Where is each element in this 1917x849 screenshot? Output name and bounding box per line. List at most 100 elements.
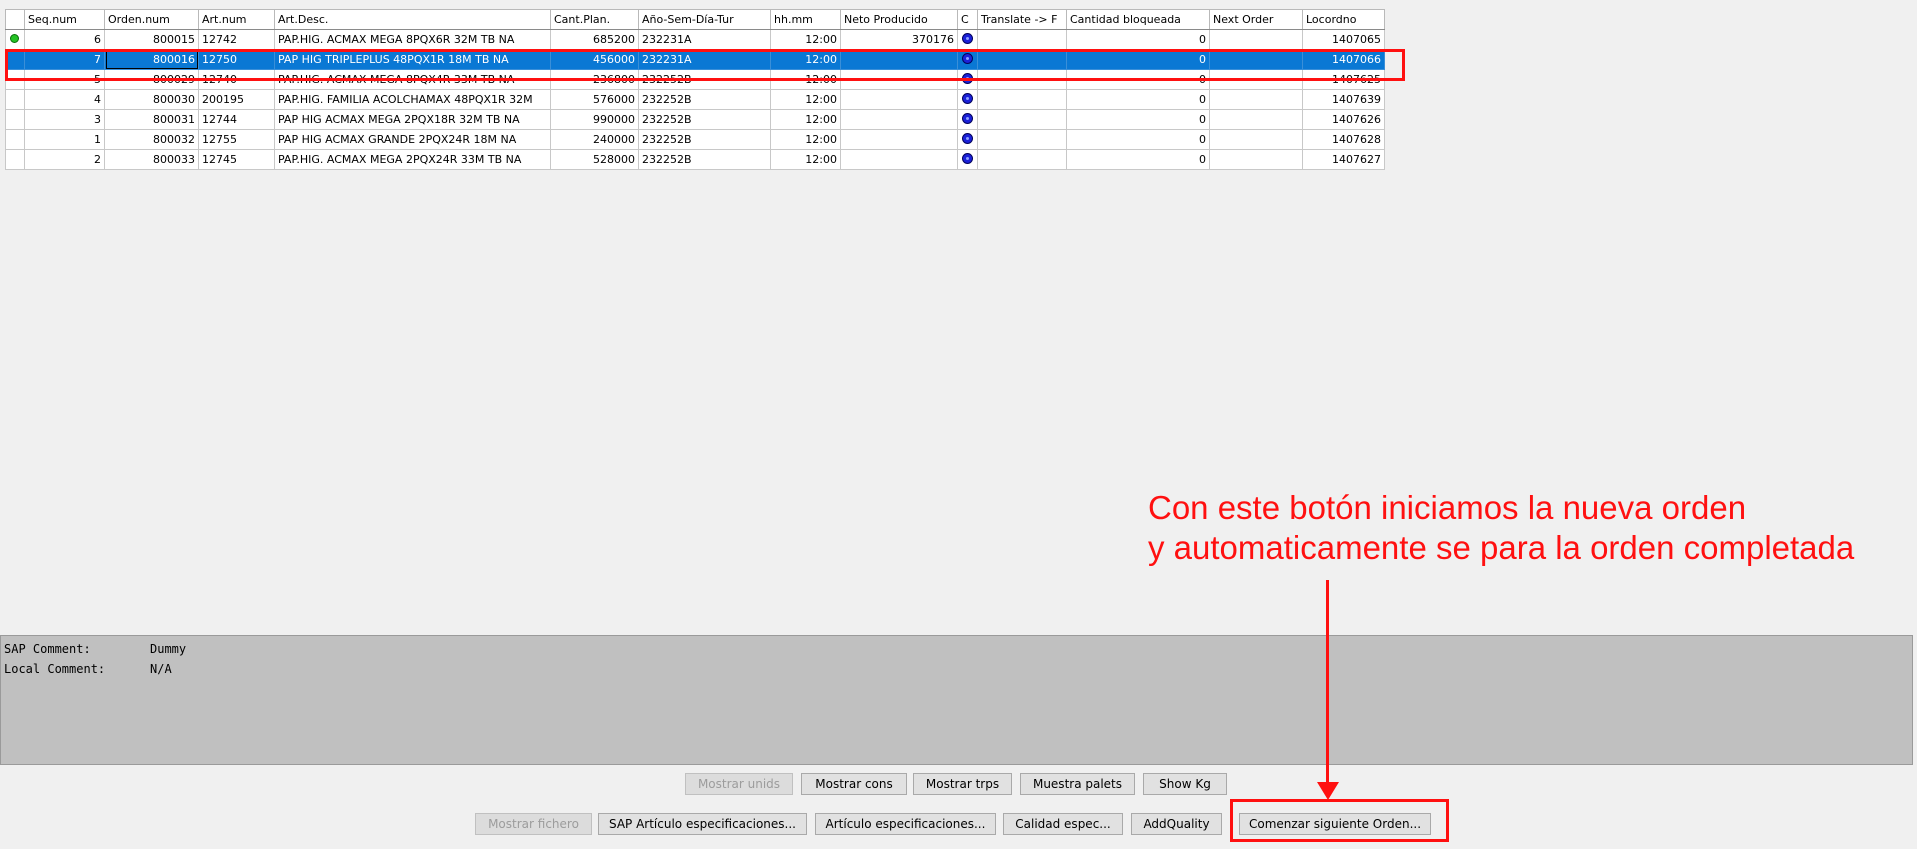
col-next-order[interactable]: Next Order xyxy=(1209,9,1303,30)
cell-c[interactable] xyxy=(957,129,978,150)
cell-locordno[interactable]: 1407627 xyxy=(1302,149,1385,170)
col-art-num[interactable]: Art.num xyxy=(198,9,275,30)
cell-cantidad-bloqueada[interactable]: 0 xyxy=(1066,89,1210,110)
cell-indicator[interactable] xyxy=(5,29,25,50)
cell-anio-sem-dia-tur[interactable]: 232231A xyxy=(638,29,771,50)
cell-next-order[interactable] xyxy=(1209,129,1303,150)
cell-c[interactable] xyxy=(957,29,978,50)
cell-hh-mm[interactable]: 12:00 xyxy=(770,149,841,170)
cell-translate[interactable] xyxy=(977,109,1067,130)
cell-cantidad-bloqueada[interactable]: 0 xyxy=(1066,129,1210,150)
cell-hh-mm[interactable]: 12:00 xyxy=(770,109,841,130)
cell-seq-num[interactable]: 2 xyxy=(24,149,105,170)
col-cantidad-bloqueada[interactable]: Cantidad bloqueada xyxy=(1066,9,1210,30)
cell-seq-num[interactable]: 4 xyxy=(24,89,105,110)
calidad-espec-button[interactable]: Calidad espec... xyxy=(1003,813,1123,835)
cell-anio-sem-dia-tur[interactable]: 232252B xyxy=(638,129,771,150)
col-orden-num[interactable]: Orden.num xyxy=(104,9,199,30)
cell-c[interactable] xyxy=(957,89,978,110)
table-row[interactable]: 3 800031 12744 PAP HIG ACMAX MEGA 2PQX18R 3… xyxy=(5,109,1385,130)
cell-cant-plan[interactable]: 240000 xyxy=(550,129,639,150)
cell-neto-producido[interactable] xyxy=(840,89,958,110)
cell-cant-plan[interactable]: 528000 xyxy=(550,149,639,170)
cell-neto-producido[interactable]: 370176 xyxy=(840,29,958,50)
cell-indicator[interactable] xyxy=(5,149,25,170)
cell-c[interactable] xyxy=(957,109,978,130)
col-neto-producido[interactable]: Neto Producido xyxy=(840,9,958,30)
cell-art-desc[interactable]: PAP.HIG. ACMAX MEGA 2PQX24R 33M TB NA xyxy=(274,149,551,170)
cell-translate[interactable] xyxy=(977,89,1067,110)
cell-orden-num[interactable]: 800033 xyxy=(104,149,199,170)
cell-art-desc[interactable]: PAP.HIG. FAMILIA ACOLCHAMAX 48PQX1R 32M xyxy=(274,89,551,110)
cell-anio-sem-dia-tur[interactable]: 232252B xyxy=(638,109,771,130)
col-art-desc[interactable]: Art.Desc. xyxy=(274,9,551,30)
mostrar-fichero-button[interactable]: Mostrar fichero xyxy=(475,813,592,835)
cell-hh-mm[interactable]: 12:00 xyxy=(770,89,841,110)
cell-indicator[interactable] xyxy=(5,129,25,150)
cell-anio-sem-dia-tur[interactable]: 232252B xyxy=(638,89,771,110)
cell-cantidad-bloqueada[interactable]: 0 xyxy=(1066,29,1210,50)
cell-anio-sem-dia-tur[interactable]: 232252B xyxy=(638,149,771,170)
cell-orden-num[interactable]: 800032 xyxy=(104,129,199,150)
table-row[interactable]: 2 800033 12745 PAP.HIG. ACMAX MEGA 2PQX24R … xyxy=(5,149,1385,170)
cell-neto-producido[interactable] xyxy=(840,109,958,130)
cell-orden-num[interactable]: 800015 xyxy=(104,29,199,50)
cell-art-num[interactable]: 12755 xyxy=(198,129,275,150)
cell-art-desc[interactable]: PAP HIG ACMAX GRANDE 2PQX24R 18M NA xyxy=(274,129,551,150)
cell-seq-num[interactable]: 6 xyxy=(24,29,105,50)
mostrar-unids-button[interactable]: Mostrar unids xyxy=(685,773,793,795)
mostrar-trps-button[interactable]: Mostrar trps xyxy=(913,773,1012,795)
cell-art-num[interactable]: 12745 xyxy=(198,149,275,170)
muestra-palets-button[interactable]: Muestra palets xyxy=(1020,773,1135,795)
cell-locordno[interactable]: 1407639 xyxy=(1302,89,1385,110)
cell-locordno[interactable]: 1407628 xyxy=(1302,129,1385,150)
cell-orden-num[interactable]: 800030 xyxy=(104,89,199,110)
cell-art-num[interactable]: 12744 xyxy=(198,109,275,130)
col-locordno[interactable]: Locordno xyxy=(1302,9,1385,30)
cell-art-num[interactable]: 12742 xyxy=(198,29,275,50)
cell-next-order[interactable] xyxy=(1209,29,1303,50)
cell-art-desc[interactable]: PAP.HIG. ACMAX MEGA 8PQX6R 32M TB NA xyxy=(274,29,551,50)
cell-indicator[interactable] xyxy=(5,109,25,130)
cell-next-order[interactable] xyxy=(1209,149,1303,170)
table-row[interactable]: 4 800030 200195 PAP.HIG. FAMILIA ACOLCHAMAX… xyxy=(5,89,1385,110)
cell-cantidad-bloqueada[interactable]: 0 xyxy=(1066,109,1210,130)
annotation-line-2: y automaticamente se para la orden compl… xyxy=(1148,529,1855,566)
add-quality-button[interactable]: AddQuality xyxy=(1131,813,1222,835)
cell-orden-num[interactable]: 800031 xyxy=(104,109,199,130)
cell-hh-mm[interactable]: 12:00 xyxy=(770,129,841,150)
cell-locordno[interactable]: 1407065 xyxy=(1302,29,1385,50)
cell-art-num[interactable]: 200195 xyxy=(198,89,275,110)
cell-cant-plan[interactable]: 685200 xyxy=(550,29,639,50)
cell-translate[interactable] xyxy=(977,29,1067,50)
sap-articulo-especificaciones-button[interactable]: SAP Artículo especificaciones... xyxy=(598,813,807,835)
cell-next-order[interactable] xyxy=(1209,89,1303,110)
cell-seq-num[interactable]: 1 xyxy=(24,129,105,150)
cell-translate[interactable] xyxy=(977,129,1067,150)
table-row[interactable]: 6 800015 12742 PAP.HIG. ACMAX MEGA 8PQX6R 3… xyxy=(5,29,1385,50)
col-translate[interactable]: Translate -> F xyxy=(977,9,1067,30)
col-hh-mm[interactable]: hh.mm xyxy=(770,9,841,30)
col-anio-sem-dia-tur[interactable]: Año-Sem-Día-Tur xyxy=(638,9,771,30)
cell-next-order[interactable] xyxy=(1209,109,1303,130)
mostrar-cons-button[interactable]: Mostrar cons xyxy=(801,773,907,795)
show-kg-button[interactable]: Show Kg xyxy=(1143,773,1227,795)
cell-neto-producido[interactable] xyxy=(840,149,958,170)
col-cant-plan[interactable]: Cant.Plan. xyxy=(550,9,639,30)
cell-translate[interactable] xyxy=(977,149,1067,170)
cell-seq-num[interactable]: 3 xyxy=(24,109,105,130)
col-c[interactable]: C xyxy=(957,9,978,30)
table-row[interactable]: 1 800032 12755 PAP HIG ACMAX GRANDE 2PQX24R… xyxy=(5,129,1385,150)
articulo-especificaciones-button[interactable]: Artículo especificaciones... xyxy=(815,813,996,835)
cell-cant-plan[interactable]: 576000 xyxy=(550,89,639,110)
cell-locordno[interactable]: 1407626 xyxy=(1302,109,1385,130)
col-seq-num[interactable]: Seq.num xyxy=(24,9,105,30)
col-indicator[interactable] xyxy=(5,9,25,30)
cell-neto-producido[interactable] xyxy=(840,129,958,150)
cell-hh-mm[interactable]: 12:00 xyxy=(770,29,841,50)
cell-art-desc[interactable]: PAP HIG ACMAX MEGA 2PQX18R 32M TB NA xyxy=(274,109,551,130)
cell-indicator[interactable] xyxy=(5,89,25,110)
cell-c[interactable] xyxy=(957,149,978,170)
cell-cantidad-bloqueada[interactable]: 0 xyxy=(1066,149,1210,170)
cell-cant-plan[interactable]: 990000 xyxy=(550,109,639,130)
